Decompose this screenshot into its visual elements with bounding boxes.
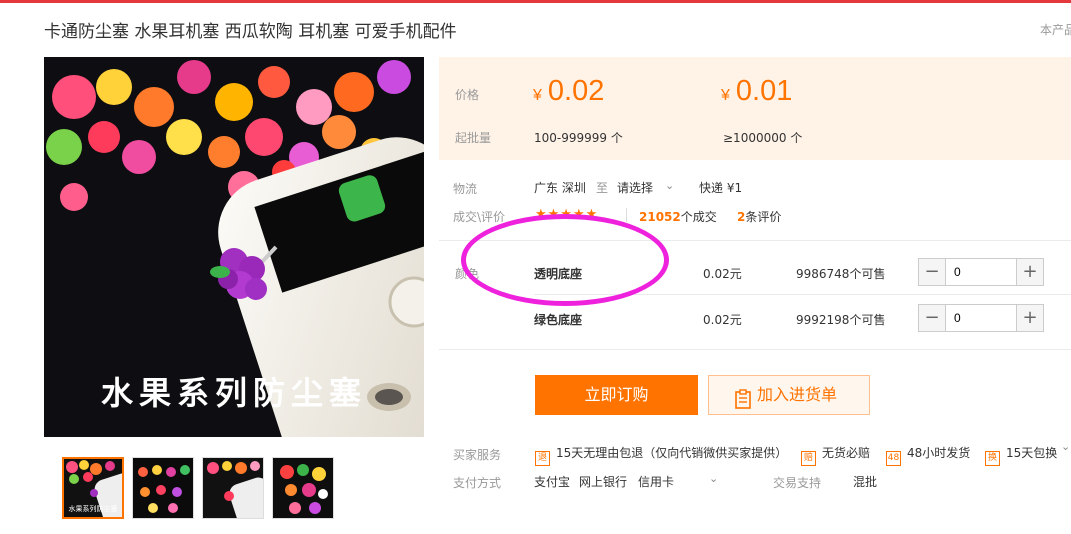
payment-method[interactable]: 信用卡: [638, 473, 674, 490]
logistics-label: 物流: [453, 182, 478, 196]
decrease-button[interactable]: −: [919, 259, 946, 285]
add-to-cart-label: 加入进货单: [757, 385, 838, 404]
reviews-summary[interactable]: 2条评价: [737, 208, 781, 225]
payment-method[interactable]: 网上银行: [579, 473, 627, 490]
services-label: 买家服务: [453, 448, 502, 462]
thumbnail-caption: 水果系列防尘塞: [68, 505, 118, 513]
increase-button[interactable]: +: [1016, 259, 1043, 285]
thumbnail-photo: [273, 458, 333, 518]
annotation-circle: [461, 214, 669, 306]
trade-label: 成交\评价: [453, 210, 506, 224]
moq-label: 起批量: [455, 131, 492, 145]
quantity-stepper: − +: [918, 258, 1044, 286]
divider: [626, 208, 627, 222]
thumbnail-3[interactable]: [202, 457, 264, 519]
image-caption: 水果系列防尘塞: [100, 374, 367, 412]
service-item[interactable]: 退 15天无理由包退（仅向代销微供买家提供）: [535, 444, 787, 466]
top-accent-line: [0, 0, 1071, 3]
thumbnail-2[interactable]: [132, 457, 194, 519]
currency-symbol: ¥: [721, 87, 730, 104]
quantity-input[interactable]: [946, 305, 1016, 331]
chevron-down-icon[interactable]: ⌄: [1061, 440, 1070, 453]
decrease-button[interactable]: −: [919, 305, 946, 331]
price-label: 价格: [455, 88, 480, 102]
thumbnail-photo: [133, 458, 193, 518]
quantity-stepper: − +: [918, 304, 1044, 332]
reviews-suffix: 条评价: [745, 210, 782, 224]
ship-to-label: 至: [596, 181, 609, 195]
payment-method[interactable]: 支付宝: [534, 473, 570, 490]
variant-price: 0.02元: [703, 267, 742, 281]
service-item[interactable]: 48 48小时发货: [886, 444, 970, 466]
main-product-image[interactable]: 水果系列防尘塞: [44, 57, 424, 437]
return-icon: 退: [535, 451, 550, 466]
service-item[interactable]: 赔无货必赔: [801, 444, 870, 466]
divider: [439, 349, 1071, 350]
exchange-icon: 换: [985, 451, 1000, 466]
deals-summary[interactable]: 21052个成交: [639, 208, 717, 225]
destination-select[interactable]: 请选择: [617, 179, 653, 196]
buy-now-button[interactable]: 立即订购: [535, 375, 698, 415]
price-tier-2-value: 0.01: [735, 75, 793, 107]
price-tier-2-range: ≥1000000 个: [723, 131, 803, 145]
quantity-input[interactable]: [946, 259, 1016, 285]
thumbnail-1[interactable]: 水果系列防尘塞: [62, 457, 124, 519]
variant-name: 绿色底座: [534, 313, 583, 327]
payment-label: 支付方式: [453, 476, 502, 490]
price-tier-1: ¥0.02: [533, 75, 604, 108]
variant-stock: 9986748个可售: [796, 267, 886, 281]
variant-price: 0.02元: [703, 313, 742, 327]
ship48-icon: 48: [886, 451, 901, 466]
price-tier-2: ¥0.01: [721, 75, 792, 108]
increase-button[interactable]: +: [1016, 305, 1043, 331]
deals-suffix: 个成交: [680, 210, 717, 224]
chevron-down-icon[interactable]: ⌄: [709, 472, 718, 485]
trade-support-label: 交易支持: [773, 476, 822, 490]
service-text: 15天包换: [1006, 446, 1058, 460]
product-title: 卡通防尘塞 水果耳机塞 西瓜软陶 耳机塞 可爱手机配件: [44, 22, 457, 42]
service-text: 无货必赔: [822, 446, 871, 460]
service-text: 48小时发货: [907, 446, 971, 460]
service-item[interactable]: 换 15天包换: [985, 444, 1057, 466]
clipboard-icon: [735, 385, 751, 423]
currency-symbol: ¥: [533, 87, 542, 104]
service-text: 15天无理由包退（仅向代销微供买家提供）: [556, 446, 788, 460]
chevron-down-icon[interactable]: ⌄: [665, 179, 674, 192]
ship-from: 广东 深圳: [534, 181, 586, 195]
thumbnail-photo: [203, 458, 263, 518]
trade-support-value: 混批: [853, 475, 878, 489]
add-to-cart-button[interactable]: 加入进货单: [708, 375, 870, 415]
price-tier-1-value: 0.02: [547, 75, 605, 107]
express-fee: 快递 ¥1: [699, 181, 743, 195]
compensate-icon: 赔: [801, 451, 816, 466]
variant-stock: 9992198个可售: [796, 313, 886, 327]
header-note[interactable]: 本产品: [1040, 21, 1071, 38]
price-tier-1-range: 100-999999 个: [534, 131, 623, 145]
deals-count: 21052: [639, 210, 681, 224]
thumbnail-4[interactable]: [272, 457, 334, 519]
